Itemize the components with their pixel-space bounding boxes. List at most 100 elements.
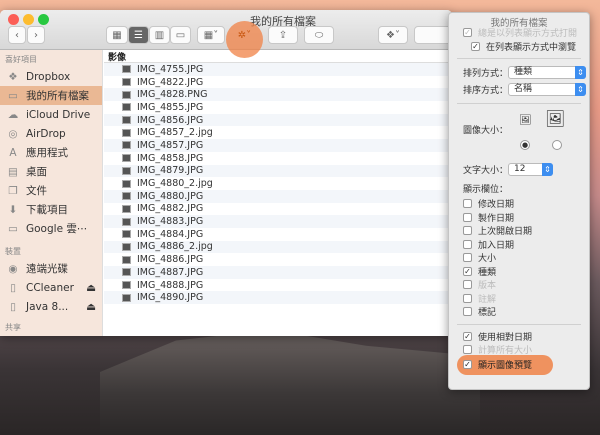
sort-label: 排序方式： (463, 86, 509, 96)
eject-icon[interactable]: ⏏ (86, 301, 96, 313)
favorites-header: 喜好項目 (5, 55, 37, 64)
sidebar-item-label: 我的所有檔案 (26, 90, 89, 102)
column-checkbox[interactable]: 上次開啟日期 (449, 224, 589, 238)
file-row[interactable]: IMG_4822.JPG (104, 76, 452, 89)
image-thumbnail-icon (122, 128, 131, 137)
file-row[interactable]: IMG_4888.JPG (104, 279, 452, 292)
file-row[interactable]: IMG_4886.JPG (104, 253, 452, 266)
devices-header: 裝置 (5, 247, 21, 256)
sidebar-item[interactable]: ◎ AirDrop (0, 124, 102, 143)
eject-icon[interactable]: ⏏ (86, 282, 96, 294)
image-thumbnail-icon (122, 116, 131, 125)
file-row[interactable]: IMG_4882.JPG (104, 203, 452, 216)
columns-label: 顯示欄位： (463, 185, 509, 195)
column-checkbox[interactable]: 標記 (449, 305, 589, 319)
file-name: IMG_4857.JPG (137, 139, 204, 151)
file-row[interactable]: IMG_4856.JPG (104, 113, 452, 127)
icon-view-button[interactable]: ▦ (106, 26, 128, 44)
back-button[interactable]: ‹ (8, 26, 26, 44)
minimize-button[interactable] (23, 14, 34, 25)
file-row[interactable]: IMG_4857.JPG (104, 139, 452, 152)
image-thumbnail-icon (122, 192, 131, 201)
column-checkbox[interactable]: 加入日期 (449, 238, 589, 252)
file-row[interactable]: IMG_4858.JPG (104, 152, 452, 165)
image-thumbnail-icon (122, 65, 131, 74)
action-gear-button[interactable]: ✲˅ (229, 26, 260, 44)
large-icon: 🖼 (545, 109, 566, 128)
file-row[interactable]: IMG_4828.PNG (104, 88, 452, 102)
list-view-button[interactable]: ☰ (128, 26, 149, 44)
sidebar-item[interactable]: ▭ 我的所有檔案 (0, 86, 102, 105)
image-thumbnail-icon (122, 103, 131, 112)
file-row[interactable]: IMG_4886_2.jpg (104, 240, 452, 254)
sidebar-item-label: 應用程式 (26, 147, 68, 159)
file-row[interactable]: IMG_4890.JPG (104, 291, 452, 305)
sidebar-item[interactable]: ▤ 桌面 (0, 162, 102, 181)
small-icon-radio[interactable]: ● (520, 140, 530, 150)
column-checkbox[interactable]: 大小 (449, 251, 589, 265)
column-checkbox[interactable]: 修改日期 (449, 197, 589, 211)
large-icon-radio[interactable] (552, 140, 562, 150)
text-size-label: 文字大小： (463, 166, 509, 176)
coverflow-view-button[interactable]: ▭ (170, 26, 191, 44)
relative-dates-checkbox[interactable]: ✓ 使用相對日期 (449, 330, 589, 344)
sidebar-item[interactable]: ⬇ 下載項目 (0, 200, 102, 219)
show-icon-preview-checkbox[interactable]: ✓ 顯示圖像預覽 (449, 358, 532, 372)
cloud-icon: ☁ (7, 108, 19, 121)
browse-in-list-checkbox[interactable]: ✓ 在列表顯示方式中瀏覽 (449, 40, 589, 54)
share-button[interactable]: ⇪ (268, 26, 298, 44)
column-view-button[interactable]: ▥ (149, 26, 170, 44)
sidebar-item[interactable]: ▭ Google 雲⋯ (0, 219, 102, 238)
sidebar-item[interactable]: ☁ iCloud Drive (0, 105, 102, 124)
close-button[interactable] (8, 14, 19, 25)
forward-button[interactable]: › (27, 26, 45, 44)
file-row[interactable]: IMG_4884.JPG (104, 228, 452, 241)
download-icon: ⬇ (8, 203, 18, 216)
sidebar-item[interactable]: ❖ Dropbox (0, 67, 102, 86)
tags-button[interactable]: ⬭ (304, 26, 334, 44)
file-row[interactable]: IMG_4855.JPG (104, 101, 452, 114)
label: 註解 (478, 294, 497, 305)
file-row[interactable]: IMG_4880.JPG (104, 189, 452, 203)
arrange-select[interactable]: 種類 (508, 66, 586, 79)
text-size-select[interactable]: 12 (508, 163, 553, 176)
image-thumbnail-icon (122, 230, 131, 239)
file-list: 影像 IMG_4755.JPG IMG_4822.JPG IMG_4828.PNG I… (104, 50, 452, 336)
file-row[interactable]: IMG_4879.JPG (104, 164, 452, 178)
always-open-list-checkbox[interactable]: ✓ 總是以列表顯示方式打開 (449, 26, 589, 40)
applications-icon: A (9, 146, 17, 159)
search-field[interactable] (414, 26, 452, 44)
arrange-button[interactable]: ▦˅ (197, 26, 225, 44)
sidebar-item[interactable]: ▯ CCleaner ⏏ (0, 278, 102, 297)
sidebar-item[interactable]: ▯ Java 8... ⏏ (0, 297, 102, 316)
sort-select[interactable]: 名稱 (508, 83, 586, 96)
file-name: IMG_4755.JPG (137, 63, 204, 75)
file-name: IMG_4855.JPG (137, 101, 204, 113)
file-row[interactable]: IMG_4883.JPG (104, 215, 452, 228)
file-row[interactable]: IMG_4755.JPG (104, 63, 452, 76)
sidebar-item[interactable]: ◉ 遠端光碟 (0, 259, 102, 278)
sidebar-item[interactable]: A 應用程式 (0, 143, 102, 162)
icon-size-label: 圖像大小： (463, 126, 509, 136)
column-header-name[interactable]: 影像 (104, 50, 452, 63)
file-row[interactable]: IMG_4880_2.jpg (104, 177, 452, 190)
shared-header: 共享 (5, 323, 21, 332)
file-name: IMG_4887.JPG (137, 266, 204, 278)
file-row[interactable]: IMG_4857_2.jpg (104, 126, 452, 139)
image-thumbnail-icon (122, 281, 131, 290)
file-name: IMG_4822.JPG (137, 76, 204, 88)
column-checkbox[interactable]: 註解 (449, 292, 589, 306)
sidebar-item-label: CCleaner (26, 281, 74, 294)
dropbox-button[interactable]: ❖˅ (378, 26, 408, 44)
column-checkbox[interactable]: 製作日期 (449, 211, 589, 225)
sidebar-item[interactable]: ❐ 文件 (0, 181, 102, 200)
column-checkbox[interactable]: 版本 (449, 278, 589, 292)
sidebar-item-label: Google 雲⋯ (26, 223, 88, 235)
label: 版本 (478, 281, 497, 292)
file-row[interactable]: IMG_4887.JPG (104, 266, 452, 279)
label: 修改日期 (478, 200, 515, 211)
image-thumbnail-icon (122, 90, 131, 99)
column-checkbox[interactable]: ✓ 種類 (449, 265, 589, 279)
small-icon: 🖼 (519, 115, 532, 126)
zoom-button[interactable] (38, 14, 49, 25)
